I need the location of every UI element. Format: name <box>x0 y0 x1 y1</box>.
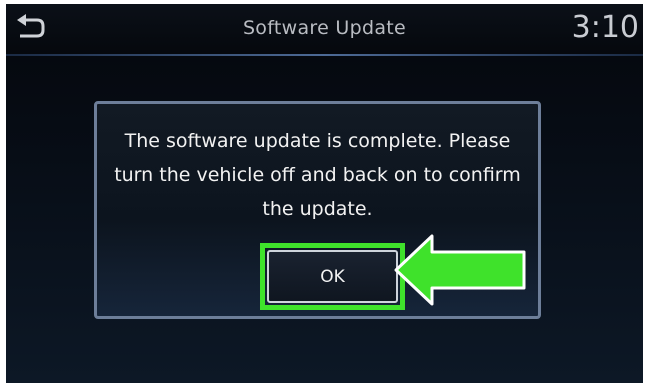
header-divider <box>6 54 643 56</box>
header-bar: Software Update 3:10 <box>6 4 643 54</box>
page-title: Software Update <box>242 17 407 39</box>
back-button[interactable] <box>14 13 46 43</box>
pointer-arrow-icon <box>394 234 526 306</box>
back-arrow-icon <box>17 14 45 38</box>
ok-button[interactable]: OK <box>267 250 398 303</box>
dialog-message: The software update is complete. Please … <box>114 130 521 220</box>
clock: 3:10 <box>571 10 639 45</box>
infotainment-screen: Software Update 3:10 The software update… <box>6 4 643 383</box>
